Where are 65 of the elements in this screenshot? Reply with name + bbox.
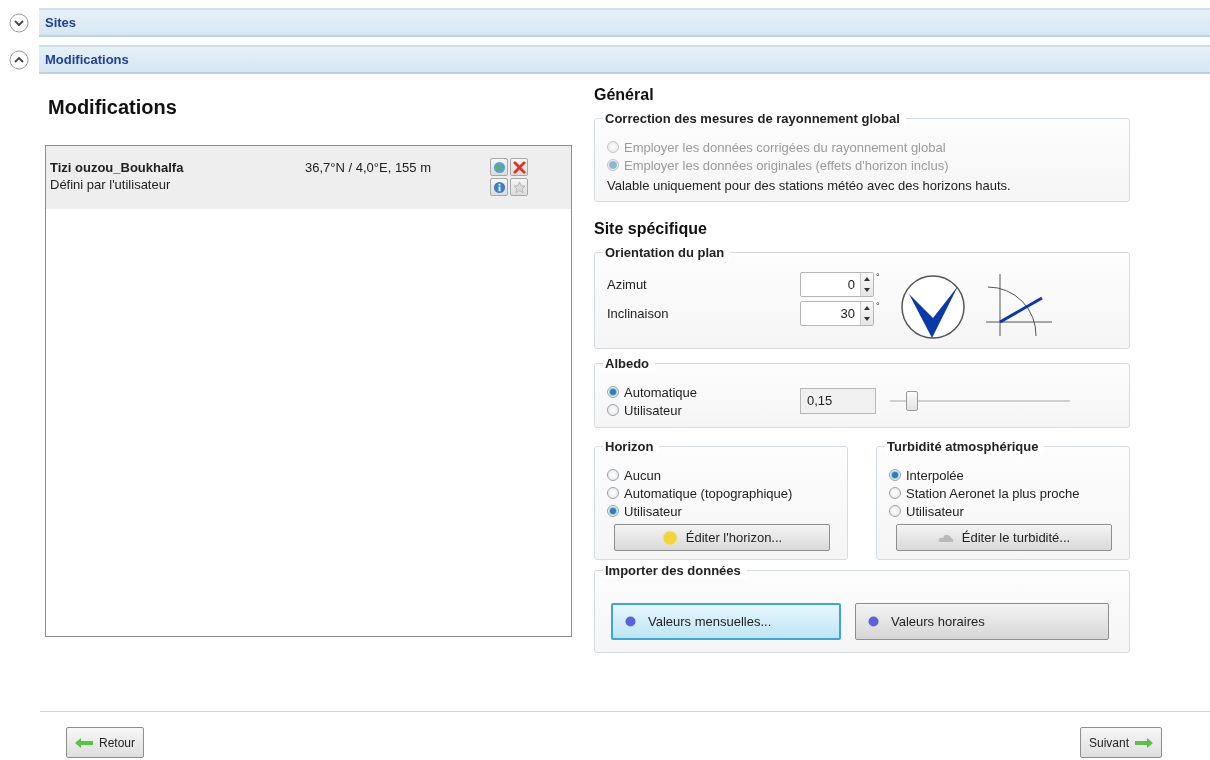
radio-button[interactable]: [607, 487, 619, 499]
radio-label: Utilisateur: [624, 503, 682, 519]
group-title: Correction des mesures de rayonnement global: [603, 112, 906, 126]
dot-icon: [868, 616, 879, 627]
radio-button[interactable]: [889, 505, 901, 517]
info-text: Valable uniquement pour des stations météo avec des horizons hauts.: [607, 178, 1012, 193]
globe-button[interactable]: [490, 158, 508, 176]
group-title: Orientation du plan: [603, 246, 731, 260]
section-heading: Général: [594, 86, 655, 105]
section-header[interactable]: Sites: [39, 8, 1210, 37]
collapse-icon[interactable]: [9, 49, 29, 70]
number-field[interactable]: 0: [800, 272, 874, 297]
radio-label: Automatique: [624, 384, 697, 400]
number-field[interactable]: 30: [800, 301, 874, 326]
cloud-icon: [937, 532, 954, 543]
import-button[interactable]: Valeurs horaires: [855, 603, 1109, 640]
right-arrow-icon: [1135, 737, 1153, 748]
radio-button[interactable]: [607, 505, 619, 517]
section-header[interactable]: Modifications: [39, 45, 1210, 74]
radio-label: Automatique (topographique): [624, 485, 793, 501]
import-button[interactable]: Valeurs mensuelles...: [611, 603, 841, 640]
radio-label: Utilisateur: [624, 402, 682, 418]
section-heading: Site spécifique: [594, 220, 708, 239]
site-row[interactable]: Tizi ouzou_Boukhalfa Défini par l'utilisateur 36,7°N / 4,0°E, 155 m: [46, 146, 571, 209]
radio-button[interactable]: [889, 487, 901, 499]
radio-button[interactable]: [607, 386, 619, 398]
albedo-slider[interactable]: [890, 391, 1070, 411]
edit-button[interactable]: Éditer l'horizon...: [614, 524, 830, 551]
sun-icon: [661, 529, 678, 546]
spinner-arrows-icon[interactable]: [860, 302, 873, 325]
star-button[interactable]: [510, 178, 528, 196]
unit-label: °: [876, 301, 880, 311]
site-source: Défini par l'utilisateur: [50, 177, 172, 192]
left-arrow-icon: [75, 737, 93, 748]
info-button[interactable]: [490, 178, 508, 196]
site-coordinates: 36,7°N / 4,0°E, 155 m: [305, 160, 433, 175]
compass-icon: [899, 274, 966, 340]
radio-label: Employer les données corrigées du rayonnement global: [624, 139, 946, 155]
radio-label: Utilisateur: [906, 503, 964, 519]
edit-button[interactable]: Éditer le turbidité...: [896, 524, 1112, 551]
field-label: Inclinaison: [607, 306, 670, 321]
radio-label: Station Aeronet la plus proche: [906, 485, 1080, 501]
site-name: Tizi ouzou_Boukhalfa: [50, 160, 185, 175]
expand-icon[interactable]: [9, 12, 29, 33]
radio-label: Aucun: [624, 467, 661, 483]
spinner-arrows-icon[interactable]: [860, 273, 873, 296]
radio-button[interactable]: [889, 469, 901, 481]
radio-label: Interpolée: [906, 467, 964, 483]
group-title: Importer des données: [603, 564, 747, 578]
group-title: Horizon: [603, 440, 660, 454]
next-button[interactable]: Suivant: [1079, 727, 1162, 758]
slider-thumb[interactable]: [905, 391, 918, 411]
radio-button[interactable]: [607, 404, 619, 416]
group-title: Albedo: [603, 357, 656, 371]
field-label: Azimut: [607, 277, 648, 292]
unit-label: °: [876, 272, 880, 282]
dot-icon: [625, 616, 636, 627]
delete-button[interactable]: [510, 158, 528, 176]
radio-label: Employer les données originales (effets d'horizon inclus): [624, 157, 949, 173]
tilt-angle-icon: [985, 274, 1052, 336]
group-title: Turbidité atmosphérique: [885, 440, 1045, 454]
page-heading: Modifications: [48, 96, 178, 120]
radio-button[interactable]: [607, 469, 619, 481]
albedo-value-field[interactable]: 0,15: [800, 388, 876, 414]
back-button[interactable]: Retour: [66, 727, 145, 758]
